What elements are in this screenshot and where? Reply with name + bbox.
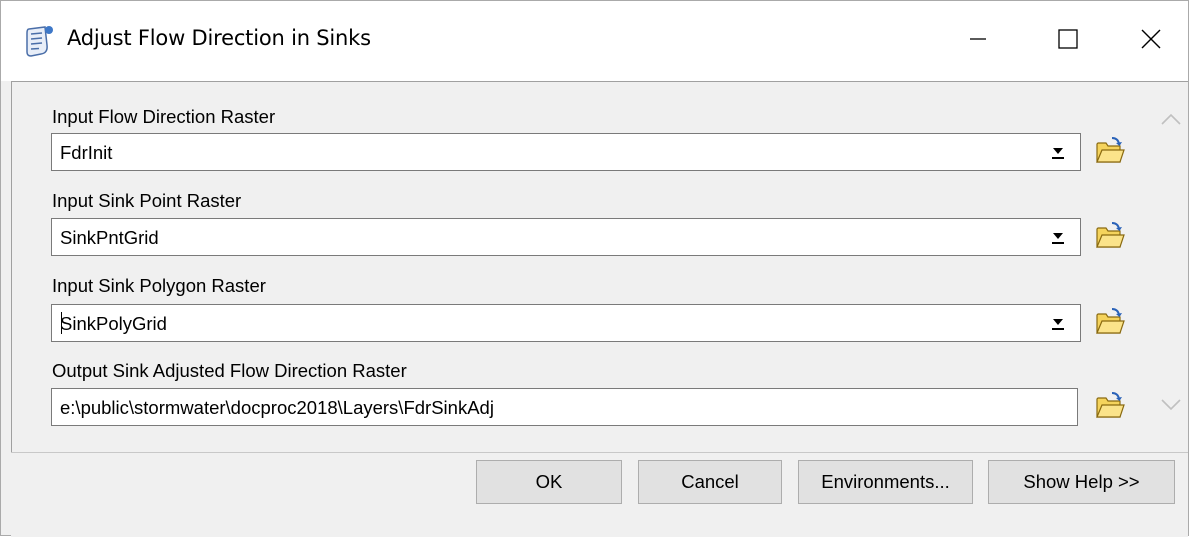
dialog-window: Adjust Flow Direction in Sinks Input Flo… — [0, 0, 1189, 537]
flow-direction-value: FdrInit — [60, 142, 113, 163]
param-label-sink-point: Input Sink Point Raster — [52, 190, 242, 211]
browse-button-flow-direction[interactable] — [1090, 132, 1130, 172]
script-tool-icon — [21, 23, 57, 59]
dropdown-arrow-icon[interactable] — [1044, 140, 1071, 164]
chevron-down-icon — [1160, 396, 1182, 417]
sink-point-value: SinkPntGrid — [60, 227, 159, 248]
open-folder-icon — [1094, 390, 1126, 425]
sink-point-combobox[interactable]: SinkPntGrid — [51, 218, 1081, 256]
dialog-body: Input Flow Direction Raster FdrInit Inpu… — [11, 81, 1188, 537]
minimize-icon — [968, 29, 988, 54]
browse-button-sink-point[interactable] — [1090, 217, 1130, 257]
param-label-flow-direction: Input Flow Direction Raster — [52, 106, 276, 127]
open-folder-icon — [1094, 220, 1126, 255]
maximize-button[interactable] — [1023, 1, 1113, 81]
output-raster-value: e:\public\stormwater\docproc2018\Layers\… — [60, 397, 494, 418]
flow-direction-combobox[interactable]: FdrInit — [51, 133, 1081, 171]
param-label-sink-polygon: Input Sink Polygon Raster — [52, 275, 266, 296]
sink-polygon-combobox[interactable]: SinkPolyGrid — [51, 304, 1081, 342]
close-icon — [1140, 28, 1162, 55]
chevron-up-icon — [1160, 110, 1182, 131]
maximize-icon — [1057, 28, 1079, 55]
environments-button[interactable]: Environments... — [798, 460, 973, 504]
output-raster-field[interactable]: e:\public\stormwater\docproc2018\Layers\… — [51, 388, 1078, 426]
window-title: Adjust Flow Direction in Sinks — [67, 26, 371, 50]
open-folder-icon — [1094, 306, 1126, 341]
sink-polygon-value: SinkPolyGrid — [60, 313, 167, 334]
close-button[interactable] — [1113, 1, 1188, 81]
open-folder-icon — [1094, 135, 1126, 170]
dropdown-arrow-icon[interactable] — [1044, 225, 1071, 249]
show-help-button[interactable]: Show Help >> — [988, 460, 1175, 504]
ok-button[interactable]: OK — [476, 460, 622, 504]
dropdown-arrow-icon[interactable] — [1044, 311, 1071, 335]
scroll-up-button[interactable] — [1157, 108, 1185, 132]
browse-button-sink-polygon[interactable] — [1090, 303, 1130, 343]
minimize-button[interactable] — [933, 1, 1023, 81]
browse-button-output[interactable] — [1090, 387, 1130, 427]
title-bar[interactable]: Adjust Flow Direction in Sinks — [1, 1, 1188, 81]
cancel-button[interactable]: Cancel — [638, 460, 782, 504]
param-label-output: Output Sink Adjusted Flow Direction Rast… — [52, 360, 407, 381]
parameters-panel: Input Flow Direction Raster FdrInit Inpu… — [11, 81, 1188, 452]
scroll-down-button[interactable] — [1157, 394, 1185, 418]
